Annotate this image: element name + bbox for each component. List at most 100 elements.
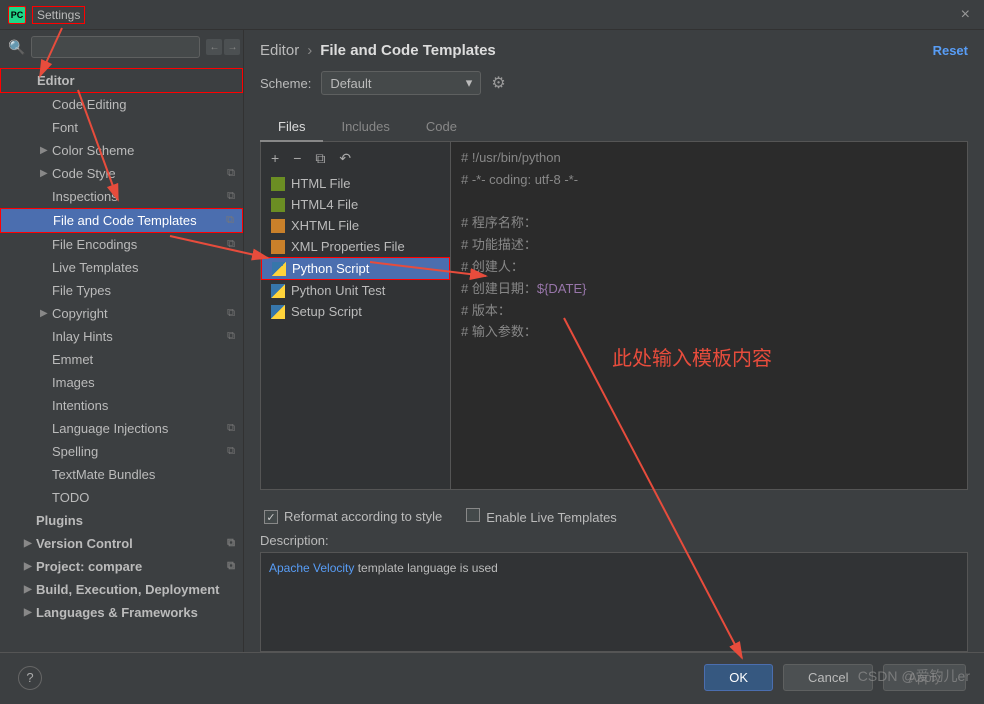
sidebar-item-language-injections[interactable]: Language Injections⧉	[0, 417, 243, 440]
scheme-label: Scheme:	[260, 76, 311, 91]
sidebar-item-label: Inspections	[52, 189, 118, 204]
sidebar-item-label: Code Editing	[52, 97, 126, 112]
apache-velocity-link[interactable]: Apache Velocity	[269, 561, 354, 575]
reset-link[interactable]: Reset	[933, 43, 968, 58]
copy-icon: ⧉	[227, 238, 235, 251]
sidebar-item-version-control[interactable]: ▶Version Control⧉	[0, 532, 243, 555]
sidebar-item-label: Spelling	[52, 444, 98, 459]
tab-code[interactable]: Code	[408, 113, 475, 141]
sidebar-item-label: File Encodings	[52, 237, 137, 252]
sidebar-item-label: Font	[52, 120, 78, 135]
sidebar-item-file-and-code-templates[interactable]: File and Code Templates⧉	[0, 208, 243, 233]
scheme-value: Default	[330, 76, 371, 91]
sidebar-item-emmet[interactable]: Emmet	[0, 348, 243, 371]
apply-button[interactable]: Apply	[883, 664, 966, 691]
chevron-icon: ▶	[40, 308, 52, 319]
template-xml-properties-file[interactable]: XML Properties File	[261, 236, 450, 257]
cancel-button[interactable]: Cancel	[783, 664, 873, 691]
file-icon	[271, 240, 285, 254]
sidebar: 🔍 ← → Editor Code Editing Font ▶Color Schem…	[0, 30, 244, 652]
chevron-right-icon: ›	[307, 42, 312, 59]
sidebar-item-label: Project: compare	[36, 559, 142, 574]
titlebar: PC Settings ×	[0, 0, 984, 30]
sidebar-item-label: Images	[52, 375, 95, 390]
tabs: FilesIncludesCode	[260, 113, 968, 142]
live-templates-checkbox[interactable]: Enable Live Templates	[466, 508, 617, 525]
sidebar-item-label: Languages & Frameworks	[36, 605, 198, 620]
template-label: HTML4 File	[291, 197, 358, 212]
undo-button[interactable]: ↶	[339, 150, 351, 167]
template-xhtml-file[interactable]: XHTML File	[261, 215, 450, 236]
template-label: XHTML File	[291, 218, 359, 233]
sidebar-item-textmate-bundles[interactable]: TextMate Bundles	[0, 463, 243, 486]
ok-button[interactable]: OK	[704, 664, 773, 691]
sidebar-item-file-encodings[interactable]: File Encodings ⧉	[0, 233, 243, 256]
content-panel: Editor › File and Code Templates Reset S…	[244, 30, 984, 652]
sidebar-item-color-scheme[interactable]: ▶Color Scheme	[0, 139, 243, 162]
sidebar-item-label: Editor	[37, 73, 75, 88]
sidebar-item-label: Build, Execution, Deployment	[36, 582, 219, 597]
tab-files[interactable]: Files	[260, 113, 323, 142]
sidebar-item-project-compare[interactable]: ▶Project: compare⧉	[0, 555, 243, 578]
sidebar-item-inlay-hints[interactable]: Inlay Hints⧉	[0, 325, 243, 348]
sidebar-item-todo[interactable]: TODO	[0, 486, 243, 509]
gear-icon[interactable]: ⚙	[491, 73, 505, 93]
back-icon[interactable]: ←	[206, 39, 222, 55]
window-title: Settings	[32, 6, 85, 24]
sidebar-item-intentions[interactable]: Intentions	[0, 394, 243, 417]
close-icon[interactable]: ×	[955, 6, 976, 24]
template-editor[interactable]: # !/usr/bin/python # -*- coding: utf-8 -…	[451, 142, 967, 489]
file-icon	[272, 262, 286, 276]
tab-includes[interactable]: Includes	[323, 113, 407, 141]
sidebar-item-label: Inlay Hints	[52, 329, 113, 344]
copy-icon: ⧉	[227, 560, 235, 573]
sidebar-item-images[interactable]: Images	[0, 371, 243, 394]
app-logo-icon: PC	[8, 6, 26, 24]
search-input[interactable]	[31, 36, 200, 58]
forward-icon[interactable]: →	[224, 39, 240, 55]
chevron-down-icon: ▾	[466, 75, 473, 91]
template-python-unit-test[interactable]: Python Unit Test	[261, 280, 450, 301]
remove-button[interactable]: −	[293, 150, 301, 167]
template-html-file[interactable]: HTML File	[261, 173, 450, 194]
search-icon: 🔍	[8, 39, 25, 56]
sidebar-item-build-execution-deployment[interactable]: ▶Build, Execution, Deployment	[0, 578, 243, 601]
reformat-checkbox[interactable]: Reformat according to style	[264, 509, 442, 525]
template-python-script[interactable]: Python Script	[261, 257, 450, 280]
sidebar-item-editor[interactable]: Editor	[0, 68, 243, 93]
file-icon	[271, 198, 285, 212]
sidebar-item-file-types[interactable]: File Types	[0, 279, 243, 302]
sidebar-item-inspections[interactable]: Inspections⧉	[0, 185, 243, 208]
sidebar-item-label: TextMate Bundles	[52, 467, 155, 482]
sidebar-item-live-templates[interactable]: Live Templates	[0, 256, 243, 279]
breadcrumb-parent[interactable]: Editor	[260, 42, 299, 59]
sidebar-item-label: Copyright	[52, 306, 108, 321]
sidebar-item-label: Live Templates	[52, 260, 138, 275]
scheme-select[interactable]: Default ▾	[321, 71, 481, 95]
sidebar-item-label: File Types	[52, 283, 111, 298]
chevron-icon: ▶	[24, 607, 36, 618]
sidebar-item-copyright[interactable]: ▶Copyright⧉	[0, 302, 243, 325]
breadcrumb: Editor › File and Code Templates Reset	[260, 42, 968, 59]
add-button[interactable]: +	[271, 150, 279, 167]
template-html4-file[interactable]: HTML4 File	[261, 194, 450, 215]
breadcrumb-current: File and Code Templates	[320, 42, 496, 59]
sidebar-item-languages-frameworks[interactable]: ▶Languages & Frameworks	[0, 601, 243, 624]
help-button[interactable]: ?	[18, 666, 42, 690]
copy-icon: ⧉	[227, 445, 235, 458]
description-label: Description:	[260, 533, 968, 548]
sidebar-item-code-editing[interactable]: Code Editing	[0, 93, 243, 116]
copy-button[interactable]: ⧉	[315, 150, 325, 167]
sidebar-item-plugins[interactable]: Plugins	[0, 509, 243, 532]
sidebar-item-label: Version Control	[36, 536, 133, 551]
sidebar-item-spelling[interactable]: Spelling ⧉	[0, 440, 243, 463]
description-text: template language is used	[354, 561, 497, 575]
chevron-icon: ▶	[40, 145, 52, 156]
copy-icon: ⧉	[227, 422, 235, 435]
sidebar-item-code-style[interactable]: ▶Code Style⧉	[0, 162, 243, 185]
chevron-icon: ▶	[24, 584, 36, 595]
sidebar-item-font[interactable]: Font	[0, 116, 243, 139]
chevron-icon: ▶	[24, 538, 36, 549]
description-box: Apache Velocity template language is use…	[260, 552, 968, 652]
template-setup-script[interactable]: Setup Script	[261, 301, 450, 322]
